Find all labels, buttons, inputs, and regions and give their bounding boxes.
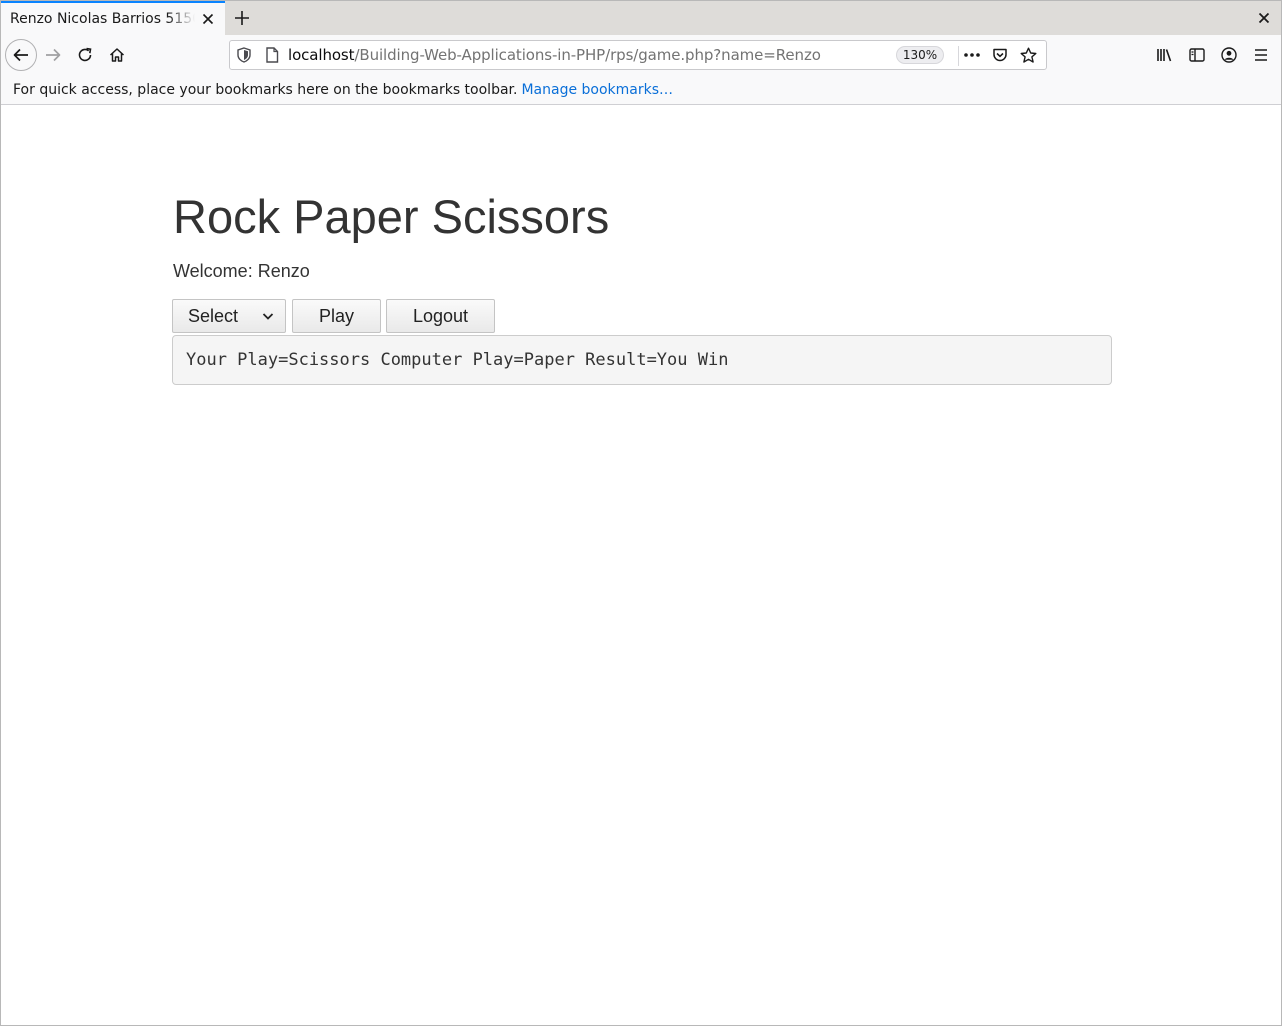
active-tab[interactable]: Renzo Nicolas Barrios 5150d [1,1,225,35]
navigation-toolbar: localhost/Building-Web-Applications-in-P… [1,35,1281,75]
back-arrow-icon [13,48,28,62]
page-viewport: Rock Paper Scissors Welcome: Renzo Selec… [1,105,1281,1024]
logout-button[interactable]: Logout [386,299,495,333]
hamburger-menu-icon [1255,49,1267,61]
bookmark-star-button[interactable] [1014,41,1042,69]
account-button[interactable] [1213,39,1245,71]
window-close-button[interactable] [1255,9,1273,27]
tab-close-icon[interactable] [199,10,217,28]
forward-button[interactable] [37,39,69,71]
new-tab-button[interactable] [226,1,258,35]
star-icon [1020,47,1036,63]
forward-arrow-icon [46,48,61,62]
reload-icon [78,47,92,62]
sidebar-button[interactable] [1181,39,1213,71]
reload-button[interactable] [69,39,101,71]
url-path: /Building-Web-Applications-in-PHP/rps/ga… [354,46,821,64]
home-button[interactable] [101,39,133,71]
page-title: Rock Paper Scissors [173,190,610,243]
manage-bookmarks-link[interactable]: Manage bookmarks… [521,82,673,98]
browser-window: Renzo Nicolas Barrios 5150d localhost/Bu… [0,0,1282,1026]
account-icon [1221,47,1237,63]
chevron-down-icon [262,313,274,320]
page-content: Rock Paper Scissors Welcome: Renzo Selec… [171,187,1112,385]
url-bar[interactable]: localhost/Building-Web-Applications-in-P… [229,40,1047,70]
zoom-level-badge[interactable]: 130% [896,46,944,64]
close-icon [1258,12,1270,24]
game-form: Select Play Logout [172,299,1111,333]
tracking-protection-shield-icon[interactable] [237,47,251,63]
home-icon [109,48,125,62]
url-host: localhost [288,46,355,64]
url-text: localhost/Building-Web-Applications-in-P… [288,46,821,64]
back-button[interactable] [5,39,37,71]
ellipsis-icon [964,53,980,57]
app-menu-button[interactable] [1245,39,1277,71]
bookmarks-hint-text: For quick access, place your bookmarks h… [13,81,518,98]
library-icon [1157,49,1172,62]
result-output: Your Play=Scissors Computer Play=Paper R… [172,335,1112,385]
tab-strip: Renzo Nicolas Barrios 5150d [1,1,1281,35]
play-select[interactable]: Select [172,299,286,333]
plus-icon [235,11,249,25]
library-button[interactable] [1149,39,1181,71]
play-button[interactable]: Play [292,299,381,333]
bookmarks-toolbar: For quick access, place your bookmarks h… [1,75,1281,105]
tab-title: Renzo Nicolas Barrios 5150d [10,11,195,27]
pocket-icon [993,48,1007,62]
play-select-value: Select [188,305,239,326]
right-toolbar [1149,39,1277,71]
welcome-text: Welcome: Renzo [173,261,310,281]
page-actions-more-button[interactable] [958,41,986,69]
page-info-icon[interactable] [265,47,279,63]
page-actions [958,41,1042,69]
pocket-button[interactable] [986,41,1014,69]
sidebar-icon [1189,48,1205,62]
